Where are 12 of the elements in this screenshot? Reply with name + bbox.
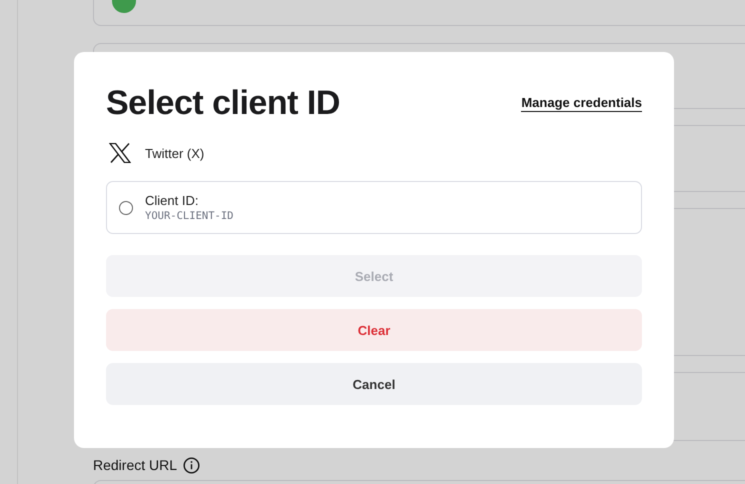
dialog-title: Select client ID xyxy=(106,84,340,123)
dialog-button[interactable]: Cancel xyxy=(106,363,642,405)
client-id-value: YOUR-CLIENT-ID xyxy=(145,210,234,222)
info-icon xyxy=(183,456,200,474)
dialog-button[interactable]: Clear xyxy=(106,309,642,351)
radio-button[interactable] xyxy=(119,200,133,214)
client-id-option[interactable]: Client ID: YOUR-CLIENT-ID xyxy=(106,181,642,234)
provider-name: Twitter (X) xyxy=(145,146,204,160)
manage-credentials-link[interactable]: Manage credentials xyxy=(521,95,642,112)
option-label: Client ID: xyxy=(145,193,200,208)
field-label: Redirect URL xyxy=(93,457,178,473)
x-logo-icon xyxy=(109,143,131,163)
